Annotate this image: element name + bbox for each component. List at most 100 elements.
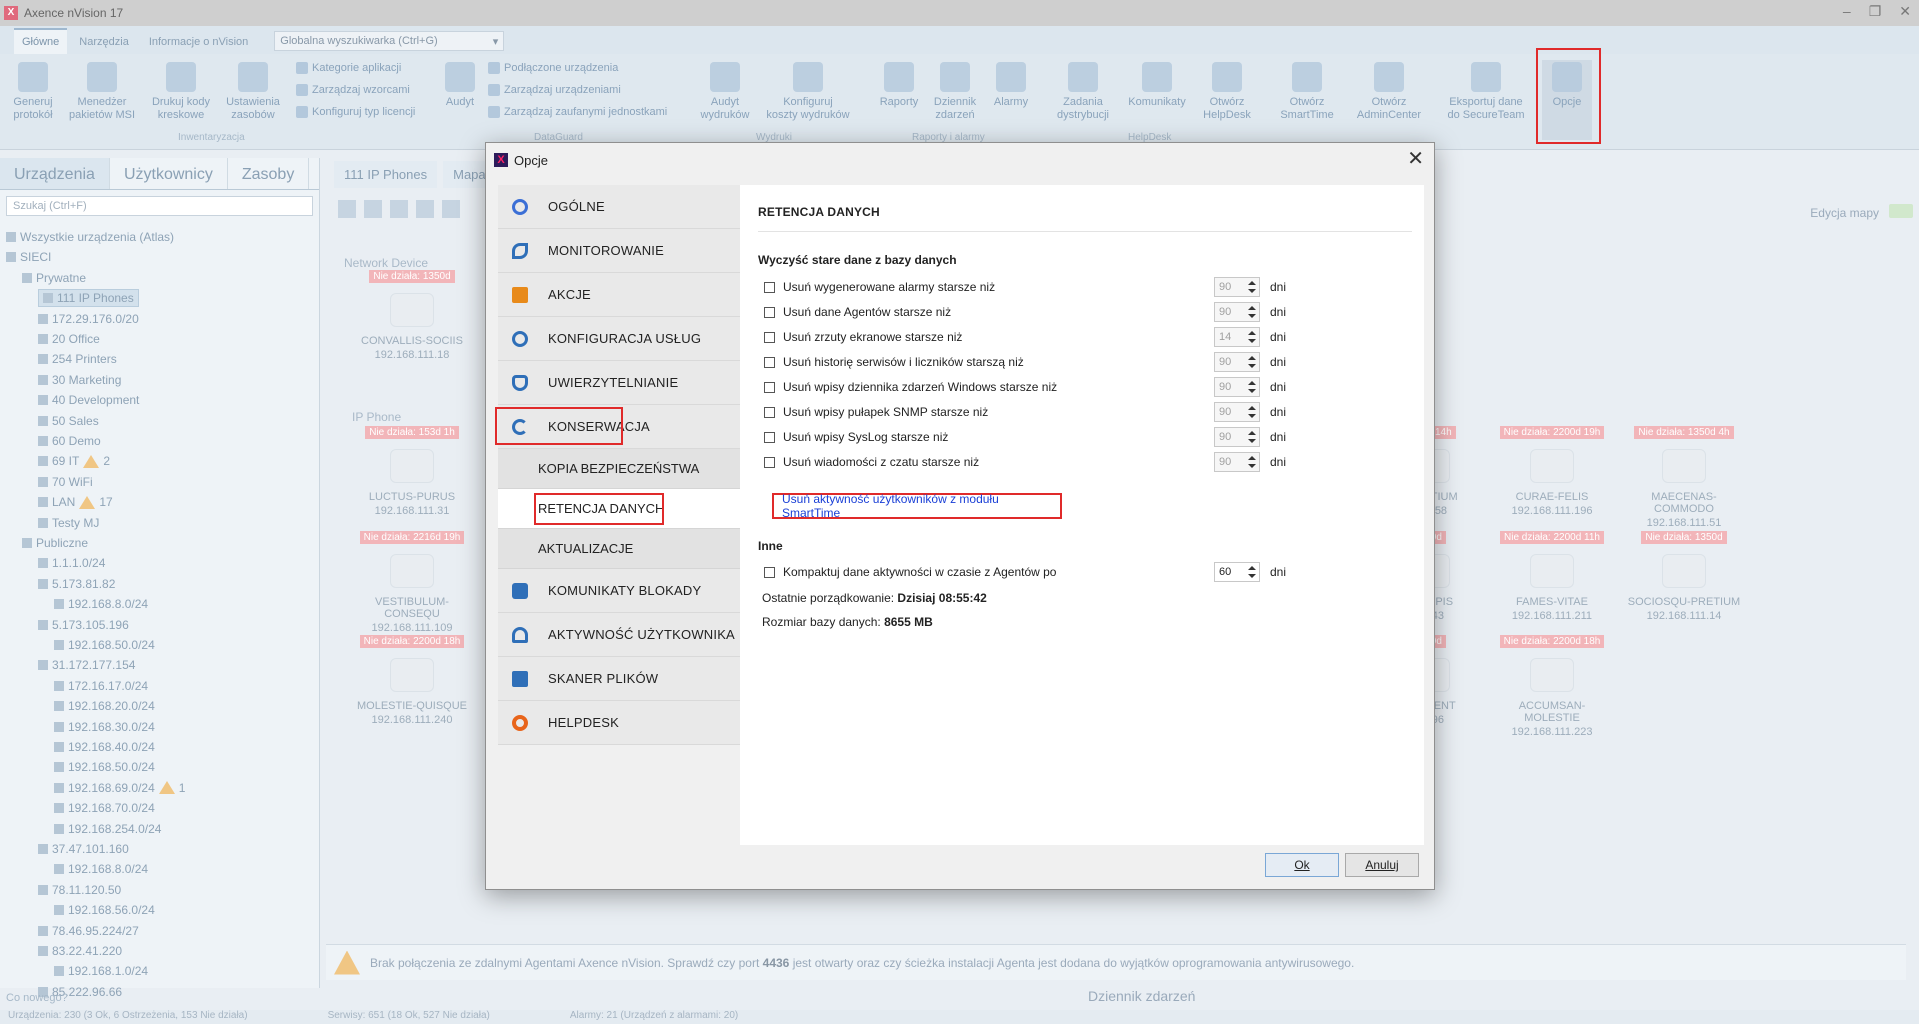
tree-node[interactable]: 30 Marketing [38, 371, 121, 389]
audit-button[interactable]: Audyt [430, 60, 490, 109]
rect-tool-icon[interactable] [390, 200, 408, 218]
generate-protocol-button[interactable]: Generuj protokół [0, 60, 66, 122]
tree-node[interactable]: 50 Sales [38, 412, 99, 430]
spin-arrows-icon[interactable] [1248, 380, 1256, 394]
nav-konserwacja[interactable]: KONSERWACJA [495, 405, 740, 449]
minimize-icon[interactable]: – [1843, 3, 1851, 20]
alarms-button[interactable]: Alarmy [978, 60, 1044, 109]
cancel-button[interactable]: Anuluj [1345, 853, 1419, 877]
tree-node[interactable]: 111 IP Phones [38, 289, 139, 308]
device-node[interactable]: Nie działa: 153d 1h LUCTUS-PURUS 192.168.1… [352, 426, 472, 517]
manage-patterns-button[interactable]: Zarządzaj wzorcami [296, 84, 410, 96]
export-secureteam-button[interactable]: Eksportuj dane do SecureTeam [1440, 60, 1532, 122]
tree-node[interactable]: Prywatne [22, 269, 86, 287]
tree-node[interactable]: 60 Demo [38, 432, 101, 450]
image-tool-icon[interactable] [416, 200, 434, 218]
messages-button[interactable]: Komunikaty [1124, 60, 1190, 109]
print-audit-button[interactable]: Audyt wydruków [692, 60, 758, 122]
spin-arrows-icon[interactable] [1248, 305, 1256, 319]
connected-devices-button[interactable]: Podłączone urządzenia [488, 62, 618, 74]
retention-days-input[interactable]: 90 [1214, 352, 1260, 372]
trusted-units-button[interactable]: Zarządzaj zaufanymi jednostkami [488, 106, 667, 118]
tree-node[interactable]: 192.168.69.0/24 1 [54, 779, 185, 797]
device-node[interactable]: Nie działa: 1350d SOCIOSQU-PRETIUM 192.168… [1624, 531, 1744, 622]
spin-arrows-icon[interactable] [1248, 565, 1256, 579]
asset-settings-button[interactable]: Ustawienia zasobów [220, 60, 286, 122]
spin-arrows-icon[interactable] [1248, 455, 1256, 469]
open-admincenter-button[interactable]: Otwórz AdminCenter [1352, 60, 1426, 122]
tree-node[interactable]: 31.172.177.154 [38, 656, 135, 674]
spin-arrows-icon[interactable] [1248, 430, 1256, 444]
retention-checkbox[interactable] [764, 306, 775, 318]
tree-node[interactable]: 192.168.8.0/24 [54, 860, 148, 878]
retention-days-input[interactable]: 90 [1214, 277, 1260, 297]
tree-node[interactable]: 5.173.105.196 [38, 616, 129, 634]
app-categories-button[interactable]: Kategorie aplikacji [296, 62, 401, 74]
tree-node[interactable]: 40 Development [38, 391, 139, 409]
print-costs-button[interactable]: Konfiguruj koszty wydruków [762, 60, 854, 122]
open-smarttime-button[interactable]: Otwórz SmartTime [1272, 60, 1342, 122]
retention-checkbox[interactable] [764, 406, 775, 418]
retention-days-input[interactable]: 90 [1214, 402, 1260, 422]
nav-uwierzytelnianie[interactable]: UWIERZYTELNIANIE [498, 361, 740, 405]
tree-node[interactable]: SIECI [6, 248, 51, 266]
ok-button[interactable]: Ok [1265, 853, 1339, 877]
tree-node[interactable]: 78.11.120.50 [38, 881, 121, 899]
device-search-input[interactable]: Szukaj (Ctrl+F) [6, 196, 313, 216]
nav-akcje[interactable]: AKCJE [498, 273, 740, 317]
nav-aktualizacje[interactable]: AKTUALIZACJE [498, 529, 740, 569]
retention-days-input[interactable]: 90 [1214, 427, 1260, 447]
device-node[interactable]: Nie działa: 2200d 19h CURAE-FELIS 192.168.… [1492, 426, 1612, 517]
manage-devices-button[interactable]: Zarządzaj urządzeniami [488, 84, 621, 96]
license-type-button[interactable]: Konfiguruj typ licencji [296, 106, 415, 118]
tree-node[interactable]: 192.168.20.0/24 [54, 697, 155, 715]
tree-node[interactable]: 20 Office [38, 330, 100, 348]
compact-activity-days-input[interactable]: 60 [1214, 562, 1260, 582]
edit-map-toggle[interactable] [1889, 204, 1913, 218]
tree-node[interactable]: 1.1.1.0/24 [38, 554, 105, 572]
open-helpdesk-button[interactable]: Otwórz HelpDesk [1194, 60, 1260, 122]
retention-checkbox[interactable] [764, 431, 775, 443]
tab-assets[interactable]: Zasoby [228, 158, 310, 189]
nav-skaner-plikow[interactable]: SKANER PLIKÓW [498, 657, 740, 701]
maximize-icon[interactable]: ❐ [1869, 3, 1882, 20]
nav-konfiguracja-uslug[interactable]: KONFIGURACJA USŁUG [498, 317, 740, 361]
tab-ip-phones[interactable]: 111 IP Phones [334, 160, 438, 188]
device-node[interactable]: Nie działa: 1350d 4h MAECENAS-COMMODO 192.… [1624, 426, 1744, 529]
whats-new-link[interactable]: Co nowego? [6, 992, 68, 1004]
tree-node[interactable]: 78.46.95.224/27 [38, 922, 139, 940]
pointer-tool-icon[interactable] [338, 200, 356, 218]
tab-devices[interactable]: Urządzenia [0, 158, 110, 189]
nav-monitorowanie[interactable]: MONITOROWANIE [498, 229, 740, 273]
tree-node[interactable]: 192.168.1.0/24 [54, 962, 148, 980]
tree-node[interactable]: 192.168.56.0/24 [54, 901, 155, 919]
line-tool-icon[interactable] [364, 200, 382, 218]
tree-node[interactable]: 192.168.30.0/24 [54, 718, 155, 736]
tree-node[interactable]: 254 Printers [38, 350, 117, 368]
retention-days-input[interactable]: 90 [1214, 377, 1260, 397]
tab-glowne[interactable]: Główne [14, 28, 68, 54]
tree-node[interactable]: 69 IT 2 [38, 452, 110, 470]
device-node[interactable]: Nie działa: 2200d 18h ACCUMSAN-MOLESTIE 19… [1492, 635, 1612, 738]
nav-aktywnosc-uzytkownika[interactable]: AKTYWNOŚĆ UŻYTKOWNIKA [498, 613, 740, 657]
tree-node[interactable]: 192.168.254.0/24 [54, 820, 161, 838]
tree-node[interactable]: LAN 17 [38, 493, 113, 511]
tree-node[interactable]: 192.168.40.0/24 [54, 738, 155, 756]
tab-narzedzia[interactable]: Narzędzia [71, 30, 137, 54]
retention-days-input[interactable]: 90 [1214, 302, 1260, 322]
global-search-input[interactable]: Globalna wyszukiwarka (Ctrl+G) ▾ [274, 31, 505, 51]
tree-node[interactable]: 70 WiFi [38, 473, 93, 491]
tree-node[interactable]: 37.47.101.160 [38, 840, 129, 858]
spin-arrows-icon[interactable] [1248, 355, 1256, 369]
device-node[interactable]: Nie działa: 2200d 18h MOLESTIE-QUISQUE 192… [352, 635, 472, 726]
tree-node[interactable]: 192.168.70.0/24 [54, 799, 155, 817]
spin-arrows-icon[interactable] [1248, 405, 1256, 419]
tree-node[interactable]: Publiczne [22, 534, 88, 552]
tree-node[interactable]: Testy MJ [38, 514, 99, 532]
print-barcodes-button[interactable]: Drukuj kody kreskowe [146, 60, 216, 122]
retention-checkbox[interactable] [764, 331, 775, 343]
nav-kopia-bezpieczenstwa[interactable]: KOPIA BEZPIECZEŃSTWA [498, 449, 740, 489]
delete-smarttime-activity-link[interactable]: Usuń aktywność użytkowników z modułu Sma… [772, 492, 1062, 520]
device-node[interactable]: Nie działa: 2200d 11h FAMES-VITAE 192.168.… [1492, 531, 1612, 622]
tree-node[interactable]: 172.29.176.0/20 [38, 310, 139, 328]
